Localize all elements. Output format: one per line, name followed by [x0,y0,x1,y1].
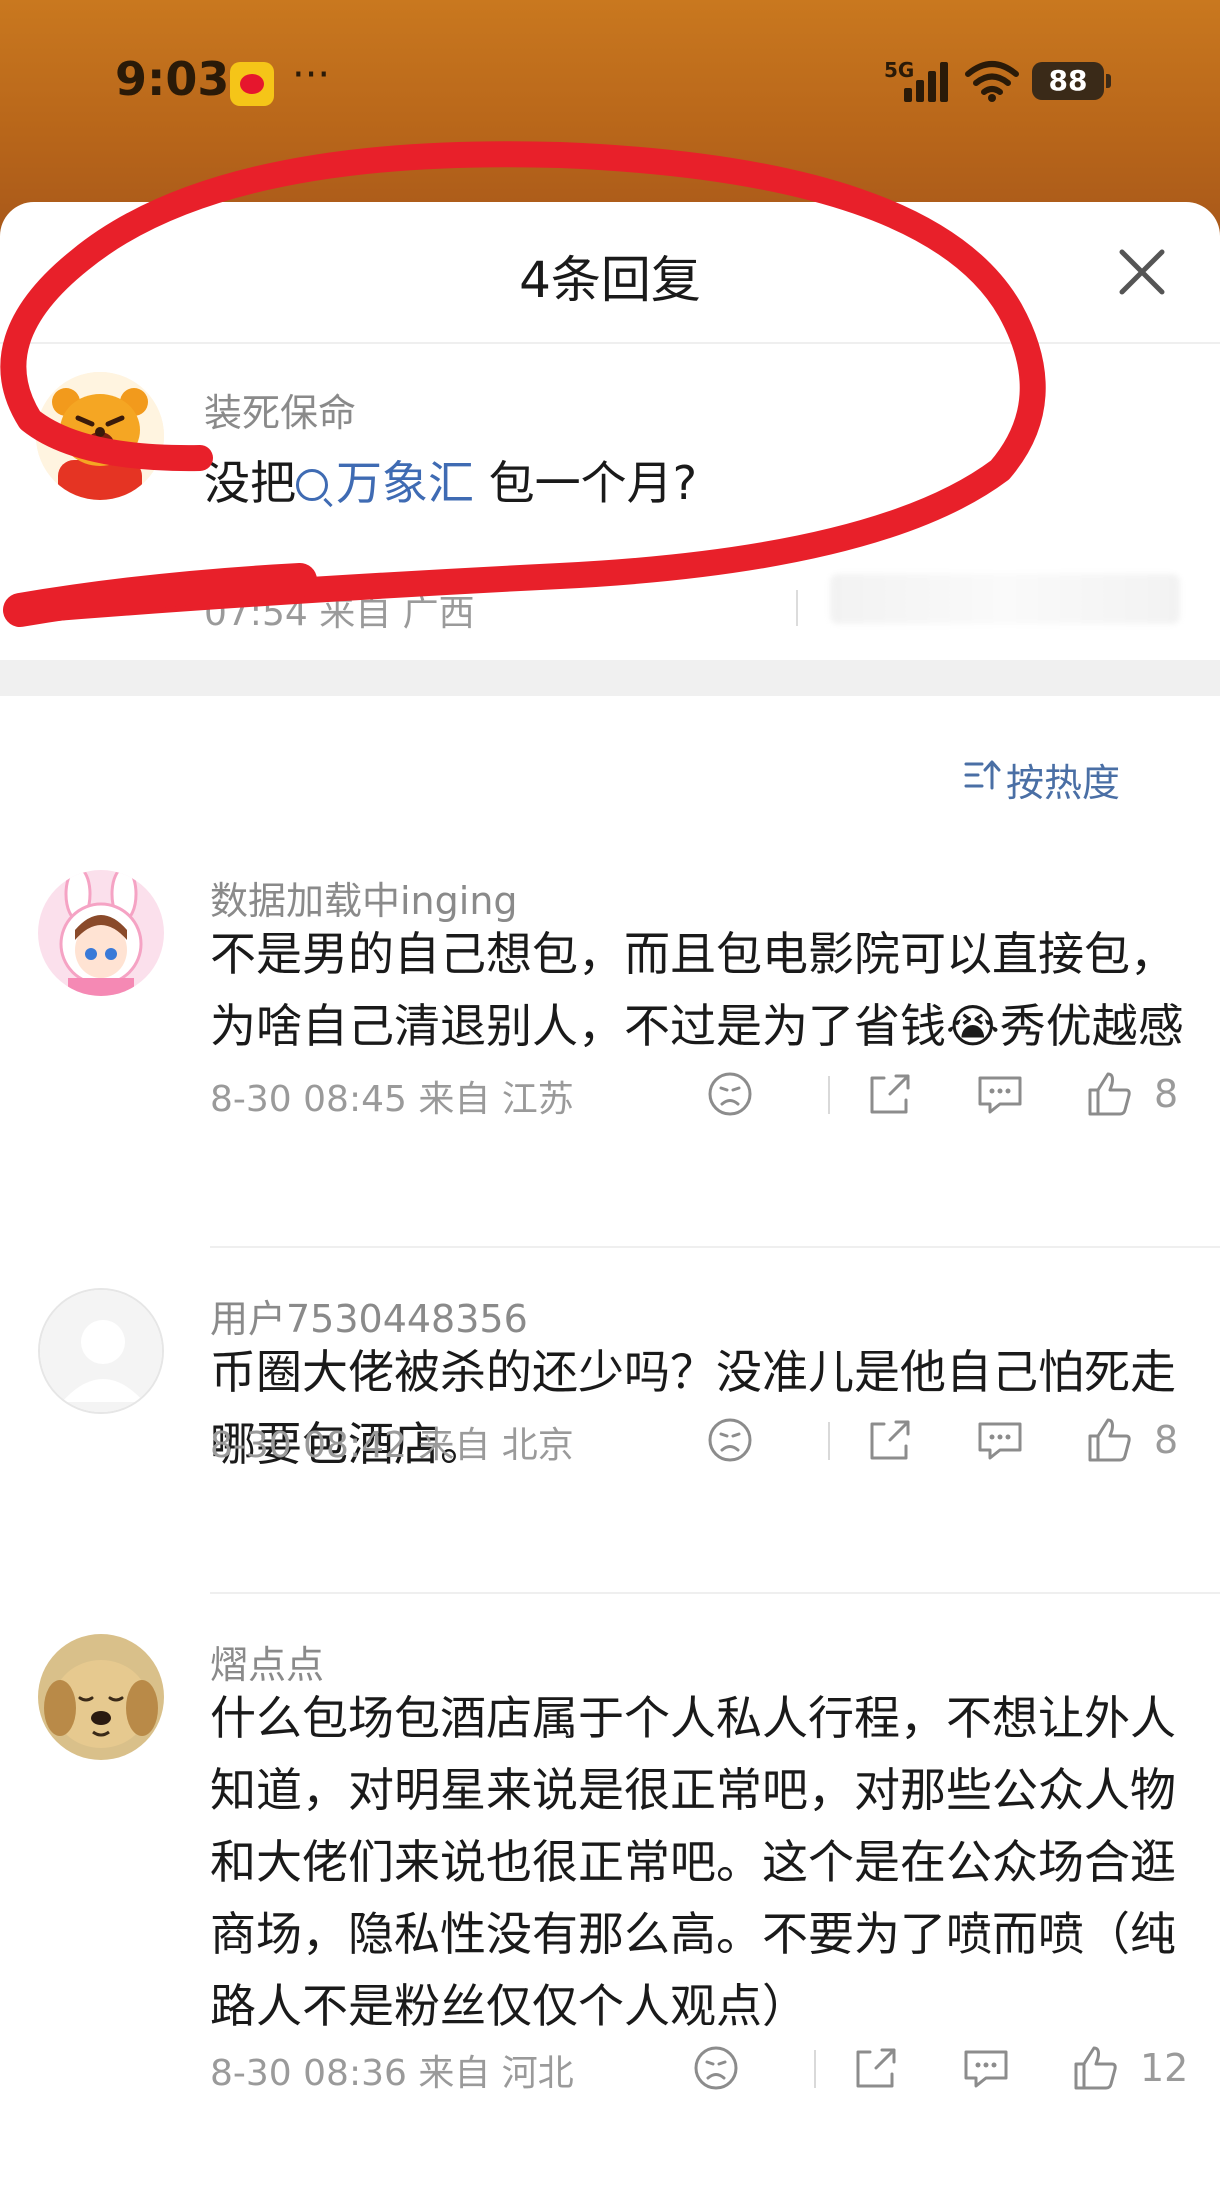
section-separator [0,660,1220,696]
op-text-before: 没把 [204,456,296,510]
sort-by-heat-button[interactable]: 按热度 [964,752,1121,807]
replies-sheet: 4条回复 装死保命 没把 万象汇 包一个月? 07:54 来自 广西 按热度 数… [0,202,1220,2196]
like-count: 8 [1154,1072,1179,1116]
reply-text: 不是男的自己想包，而且包电影院可以直接包，为啥自己清退别人，不过是为了省钱😭秀优… [210,927,1184,1053]
share-icon[interactable] [860,1064,920,1124]
reply-actions: 8 [700,1064,1220,1124]
status-more-indicator: ··· [292,52,331,98]
like-icon[interactable] [1080,1410,1140,1470]
battery-indicator: 88 [1032,62,1111,100]
op-meta: 07:54 来自 广西 [204,593,475,634]
like-icon[interactable] [1066,2038,1126,2098]
like-count: 12 [1140,2046,1189,2090]
comment-icon[interactable] [970,1410,1030,1470]
close-icon[interactable] [1114,244,1170,300]
dog-avatar-icon [38,1634,164,1760]
status-bar: 9:03 ··· 5G 88 [0,0,1220,170]
actions-divider [828,1422,830,1460]
reply-text: 什么包场包酒店属于个人私人行程，不想让外人知道，对明星来说是很正常吧，对那些公众… [210,1691,1176,2033]
sheet-title: 4条回复 [519,251,701,309]
like-count: 8 [1154,1418,1179,1462]
anime-girl-avatar-icon [38,870,164,996]
actions-divider [828,1076,830,1114]
angry-bear-avatar-icon [36,372,164,500]
reply-username[interactable]: 熠点点 [210,1634,324,1689]
reply-meta: 8-30 08:42 来自 北京 [210,1425,574,1466]
dislike-icon[interactable] [700,1410,760,1470]
wifi-icon [965,61,1019,102]
sort-icon [964,760,1001,790]
signal-icon [904,62,948,102]
dislike-icon[interactable] [686,2038,746,2098]
op-comment-text: 没把 万象汇 包一个月? [204,447,697,513]
sort-label: 按热度 [1006,761,1121,805]
like-icon[interactable] [1080,1064,1140,1124]
avatar[interactable] [38,1634,164,1760]
reply-divider [210,1246,1220,1248]
weibo-app-icon [230,62,274,106]
actions-divider [814,2050,816,2088]
status-time: 9:03 [115,52,230,106]
reply-meta: 8-30 08:36 来自 河北 [210,2053,574,2094]
default-user-avatar-icon [40,1290,162,1412]
share-icon[interactable] [846,2038,906,2098]
reply-divider [210,1592,1220,1594]
reply-actions: 12 [686,2038,1220,2098]
share-icon[interactable] [860,1410,920,1470]
op-text-after: 包一个月? [474,456,698,510]
reply-actions: 8 [700,1410,1220,1470]
blurred-region [830,574,1180,624]
meta-divider [796,590,798,626]
avatar[interactable] [38,1288,164,1414]
avatar[interactable] [38,870,164,996]
topic-label: 万象汇 [336,456,474,510]
reply-username[interactable]: 数据加载中inging [210,870,518,925]
comment-icon[interactable] [956,2038,1016,2098]
reply-meta: 8-30 08:45 来自 江苏 [210,1079,574,1120]
op-username[interactable]: 装死保命 [204,382,356,437]
header-divider [0,342,1220,344]
comment-icon[interactable] [970,1064,1030,1124]
topic-link[interactable]: 万象汇 [296,456,474,510]
reply-username[interactable]: 用户7530448356 [210,1288,528,1343]
avatar[interactable] [36,372,164,500]
dislike-icon[interactable] [700,1064,760,1124]
search-icon [296,469,328,501]
